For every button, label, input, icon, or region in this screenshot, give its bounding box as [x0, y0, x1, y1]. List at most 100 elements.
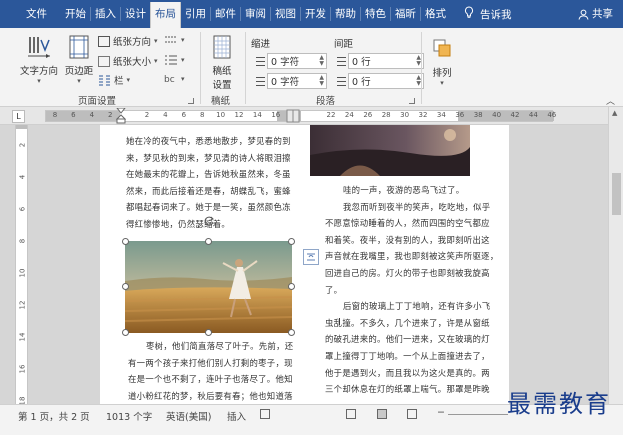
tab-file[interactable]: 文件 [0, 0, 61, 28]
hyphenation-button[interactable]: bc ▾ [164, 73, 185, 85]
breaks-button[interactable]: ▾ [164, 34, 185, 45]
web-layout-icon[interactable] [407, 409, 417, 419]
evening-photo[interactable] [310, 125, 470, 176]
zoom-out-icon[interactable]: − [437, 407, 445, 418]
arrange-button[interactable]: 排列 ▾ [428, 36, 456, 87]
spacing-after-input[interactable]: 0 行 ▲ ▼ [348, 73, 424, 89]
tab-help[interactable]: 帮助 [331, 0, 360, 28]
tab-selector[interactable]: L [12, 110, 25, 123]
indent-left-input[interactable]: 0 字符 ▲ ▼ [267, 53, 327, 69]
text-line: 都唱起春词来了。她于是一笑，虽然颜色冻 [126, 202, 291, 213]
spinner-arrows-icon[interactable]: ▲ ▼ [319, 75, 324, 87]
ruler-strip[interactable]: 8 6 4 2 2 4 6 8 10 12 14 16 22 24 26 28 30 32 34 36 38 40 42 44… [45, 108, 556, 124]
tab-review[interactable]: 审阅 [241, 0, 270, 28]
ruler-number: 2 [144, 111, 150, 119]
text-direction-button[interactable]: 文字方向 ▾ [19, 34, 59, 85]
tab-home[interactable]: 开始 [61, 0, 90, 28]
text-line: 在她最末的花瓣上，告诉她秋虽然来，冬虽 [126, 169, 291, 180]
ruler-number: 40 [492, 111, 502, 119]
indent-marker-icon[interactable] [116, 108, 126, 124]
document-page[interactable]: 她在冷的夜气中，悉悉地散步，梦见春的到 来，梦见秋的到来，梦见清的诗人将眼泪擦 … [100, 125, 509, 404]
indent-right-row: 0 字符 ▲ ▼ [253, 73, 327, 89]
paragraph-launcher-icon[interactable] [409, 98, 415, 104]
spacing-before-input[interactable]: 0 行 ▲ ▼ [348, 53, 424, 69]
text-line: 有一两个孩子来打他们别人打剩的枣子，现 [128, 357, 293, 368]
right-column-text[interactable]: 哇的一声，夜游的恶鸟飞过了。 我忽而听到夜半的笑声，吃吃地，似乎 不愿意惊动睡着… [325, 182, 499, 398]
ruler-number: 2 [18, 142, 27, 148]
vertical-ruler: 2 4 6 8 10 12 14 16 18 [0, 125, 38, 405]
resize-handle[interactable] [122, 329, 129, 336]
ruler-number: 6 [18, 206, 27, 212]
resize-handle[interactable] [122, 238, 129, 245]
macro-record-icon[interactable] [260, 409, 270, 419]
indent-header: 缩进 [251, 39, 271, 50]
layout-options-icon[interactable] [303, 249, 319, 265]
share-label: 共享 [592, 8, 613, 20]
vertical-ruler-strip[interactable]: 2 4 6 8 10 12 14 16 18 [15, 125, 28, 405]
resize-handle[interactable] [288, 238, 295, 245]
text-line: 罩上撞得丁丁地响。一个从上面撞进去了， [325, 350, 490, 361]
ruler-number: 4 [89, 111, 95, 119]
word-count[interactable]: 1013 个字 [106, 409, 152, 423]
tab-mailings[interactable]: 邮件 [211, 0, 240, 28]
chevron-down-icon: ▾ [154, 57, 158, 65]
column-marker-icon[interactable] [286, 108, 300, 124]
text-line: 我忽而听到夜半的笑声，吃吃地，似乎 [343, 201, 491, 212]
columns-button[interactable]: 栏 ▾ [98, 73, 130, 87]
ruler-number: 12 [18, 300, 27, 310]
tell-me-box[interactable]: 告诉我 [456, 6, 512, 22]
insert-mode[interactable]: 插入 [227, 409, 246, 423]
spinner-arrows-icon[interactable]: ▲ ▼ [319, 55, 324, 67]
tab-layout[interactable]: 布局 [150, 2, 181, 28]
resize-handle[interactable] [205, 329, 212, 336]
indent-right-input[interactable]: 0 字符 ▲ ▼ [267, 73, 327, 89]
ruler-number: 2 [107, 111, 113, 119]
scroll-up-icon[interactable]: ▲ [612, 109, 617, 117]
line-numbers-button[interactable]: ▾ [164, 54, 185, 65]
read-mode-icon[interactable] [346, 409, 356, 419]
scrollbar-thumb[interactable] [612, 173, 621, 215]
resize-handle[interactable] [122, 283, 129, 290]
wheat-field-photo[interactable] [125, 241, 292, 333]
text-line: 三个却休息在灯的纸罩上喘气。那罩是昨晚 [325, 384, 490, 395]
orientation-button[interactable]: 纸张方向 ▾ [98, 34, 158, 48]
margins-button[interactable]: 页边距 ▾ [63, 34, 95, 85]
indent-left-value: 0 字符 [271, 57, 300, 68]
chevron-down-icon: ▾ [181, 35, 185, 44]
tab-foxit[interactable]: 福昕 [391, 0, 420, 28]
page-setup-group-label: 页面设置 [78, 96, 117, 107]
spacing-after-value: 0 行 [352, 77, 371, 88]
page-count[interactable]: 第 1 页，共 2 页 [18, 409, 90, 423]
resize-handle[interactable] [205, 238, 212, 245]
vertical-scrollbar[interactable]: ▲ [608, 107, 623, 404]
ruler-number: 16 [271, 111, 281, 119]
language-indicator[interactable]: 英语(美国) [166, 409, 211, 423]
collapse-ribbon-icon[interactable]: ︿ [606, 94, 615, 107]
svg-text:bc: bc [164, 75, 175, 84]
tab-insert[interactable]: 插入 [91, 0, 120, 28]
ruler-number: 42 [510, 111, 520, 119]
tab-references[interactable]: 引用 [181, 0, 210, 28]
page-setup-launcher-icon[interactable] [188, 98, 194, 104]
rotate-handle-icon[interactable] [203, 215, 215, 230]
resize-handle[interactable] [288, 283, 295, 290]
watermark: 最需教育 [507, 390, 611, 418]
print-layout-icon[interactable] [377, 409, 387, 419]
tab-format[interactable]: 格式 [421, 0, 450, 28]
tab-special[interactable]: 特色 [361, 0, 390, 28]
left-column-bottom-text[interactable]: 枣树，他们简直落尽了叶子。先前，还 有一两个孩子来打他们别人打剩的枣子，现 在是… [128, 338, 293, 404]
ruler-number: 4 [163, 111, 168, 119]
text-line: 虫乱撞。不多久，几个进来了，许是从窗纸 [325, 317, 490, 328]
tab-view[interactable]: 视图 [271, 0, 300, 28]
text-line: 来，梦见秋的到来，梦见清的诗人将眼泪擦 [126, 152, 291, 163]
tab-developer[interactable]: 开发 [301, 0, 330, 28]
draft-paper-button[interactable]: 稿纸 设置 [205, 34, 239, 91]
tab-design[interactable]: 设计 [121, 0, 150, 28]
ruler-number: 8 [52, 111, 58, 119]
ruler-number: 44 [528, 111, 538, 119]
i-beam-cursor-icon: I [338, 317, 341, 328]
size-button[interactable]: 纸张大小 ▾ [98, 54, 158, 68]
share-button[interactable]: 共享 [578, 0, 613, 28]
zoom-slider[interactable] [448, 414, 508, 415]
resize-handle[interactable] [288, 329, 295, 336]
